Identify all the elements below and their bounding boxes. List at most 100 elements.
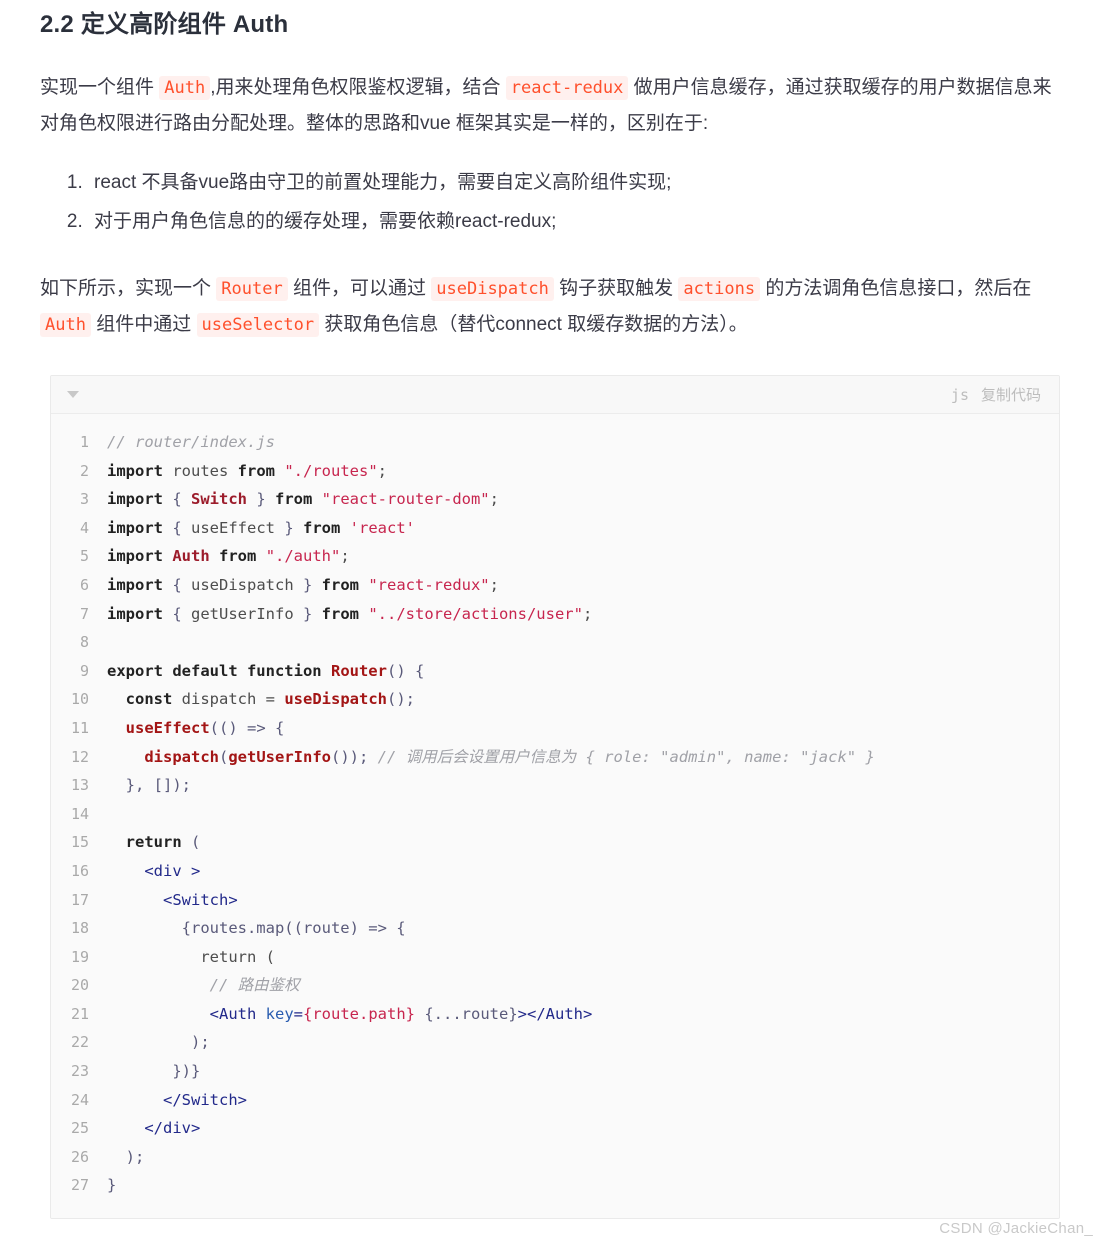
line-content: // 路由鉴权: [107, 971, 320, 1000]
line-number: 24: [70, 1090, 89, 1109]
code-token-tag: ></Auth>: [517, 1004, 593, 1023]
line-content: );: [107, 1028, 230, 1057]
code-token-tag: <Auth: [209, 1004, 257, 1023]
code-line: 18 {routes.map((route) => {: [51, 914, 1059, 943]
code-line: 16 <div >: [51, 857, 1059, 886]
article-body: 2.2 定义高阶组件 Auth 实现一个组件 Auth ,用来处理角色权限鉴权逻辑…: [0, 0, 1111, 1220]
line-content: return (: [107, 828, 220, 857]
code-token-num: {route.path}: [303, 1004, 415, 1023]
code-token-keyword: export default function: [107, 661, 322, 680]
code-line: 11 useEffect(() => {: [51, 714, 1059, 743]
code-line: 14: [51, 800, 1059, 829]
code-token-punct: })}: [107, 1062, 201, 1081]
code-token-string: "./routes": [284, 461, 378, 480]
line-number: 14: [70, 804, 89, 823]
code-token-punct: }: [293, 604, 322, 623]
code-token-tag: <div >: [144, 861, 201, 880]
line-content: import { getUserInfo } from "../store/ac…: [107, 600, 612, 629]
line-number: 16: [70, 861, 89, 880]
line-content: export default function Router() {: [107, 657, 444, 686]
line-number: 23: [70, 1062, 89, 1081]
code-token-attr: key: [265, 1004, 294, 1023]
line-number: 7: [79, 604, 89, 623]
code-token-func: dispatch: [144, 747, 219, 766]
desc-seg-2: 组件，可以通过: [287, 278, 432, 299]
line-content: useEffect(() => {: [107, 714, 304, 743]
code-token-punct: );: [107, 1033, 210, 1052]
code-line: 20 // 路由鉴权: [51, 971, 1059, 1000]
code-token-keyword: from: [303, 518, 341, 537]
code-token-punct: }: [275, 518, 303, 537]
line-number: 2: [79, 461, 89, 480]
desc-seg-6: 获取角色信息（替代connect 取缓存数据的方法）。: [319, 314, 748, 335]
line-content: // router/index.js: [107, 428, 295, 457]
code-token-keyword: return: [125, 833, 182, 852]
line-content: })}: [107, 1057, 220, 1086]
code-content[interactable]: 1 // router/index.js 2 import routes from "…: [51, 414, 1059, 1219]
code-token-punct: {: [163, 518, 191, 537]
code-line: 6 import { useDispatch } from "react-redu…: [51, 571, 1059, 600]
reason-list: react 不具备vue路由守卫的前置处理能力，需要自定义高阶组件实现; 对于用…: [40, 141, 1071, 241]
description-paragraph: 如下所示，实现一个 Router 组件，可以通过 useDispatch 钩子获…: [40, 241, 1052, 343]
desc-seg-4: 的方法调角色信息接口，然后在: [760, 278, 1032, 299]
code-token-plain: ;: [377, 461, 387, 480]
intro-seg-1: 实现一个组件: [40, 77, 160, 98]
code-line: 10 const dispatch = useDispatch();: [51, 685, 1059, 714]
code-token-keyword: import: [107, 518, 163, 537]
code-token-keyword: import: [107, 490, 163, 509]
copy-code-button[interactable]: 复制代码: [981, 384, 1041, 405]
line-number: 13: [70, 776, 89, 795]
code-token-punct: () {: [386, 661, 425, 680]
code-token-string: "../store/actions/user": [368, 604, 583, 623]
triangle-down-icon[interactable]: [67, 391, 79, 398]
code-block: js 复制代码 1 // router/index.js 2 import route…: [50, 375, 1060, 1220]
line-number: 20: [70, 976, 89, 995]
code-token-string: "./auth": [265, 547, 341, 566]
line-number: 15: [70, 833, 89, 852]
inline-code-auth-2: Auth: [40, 313, 91, 337]
inline-code-react-redux: react-redux: [505, 76, 629, 100]
line-number: 12: [70, 747, 89, 766]
line-number: 8: [79, 633, 89, 652]
code-token-punct: {routes.map((route) => {: [107, 919, 406, 938]
code-line: 4 import { useEffect } from 'react': [51, 514, 1059, 543]
code-token-func: useEffect: [125, 718, 210, 737]
line-content: dispatch(getUserInfo()); // 调用后会设置用户信息为 …: [107, 743, 895, 772]
code-line: 26 );: [51, 1143, 1059, 1172]
line-content: {routes.map((route) => {: [107, 914, 426, 943]
inline-code-actions: actions: [678, 277, 761, 301]
code-token-string: "react-redux": [368, 575, 490, 594]
code-line: 13 }, []);: [51, 771, 1059, 800]
code-block-header: js 复制代码: [51, 376, 1059, 414]
line-number: 10: [70, 690, 89, 709]
line-number: 25: [70, 1119, 89, 1138]
code-token-plain: useEffect: [191, 518, 275, 537]
line-content: </div>: [107, 1114, 220, 1143]
line-content: <Auth key={route.path} {...route}></Auth…: [107, 1000, 612, 1029]
code-token-string: "react-router-dom": [321, 490, 490, 509]
line-number: 6: [79, 575, 89, 594]
code-token-punct: (: [181, 833, 201, 852]
inline-code-usedispatch: useDispatch: [431, 277, 554, 301]
code-token-punct: }: [247, 490, 275, 509]
code-token-punct: (() => {: [209, 718, 285, 737]
inline-code-auth: Auth: [159, 76, 211, 100]
code-token-keyword: import: [107, 575, 163, 594]
line-content: );: [107, 1143, 164, 1172]
line-number: 5: [79, 547, 89, 566]
